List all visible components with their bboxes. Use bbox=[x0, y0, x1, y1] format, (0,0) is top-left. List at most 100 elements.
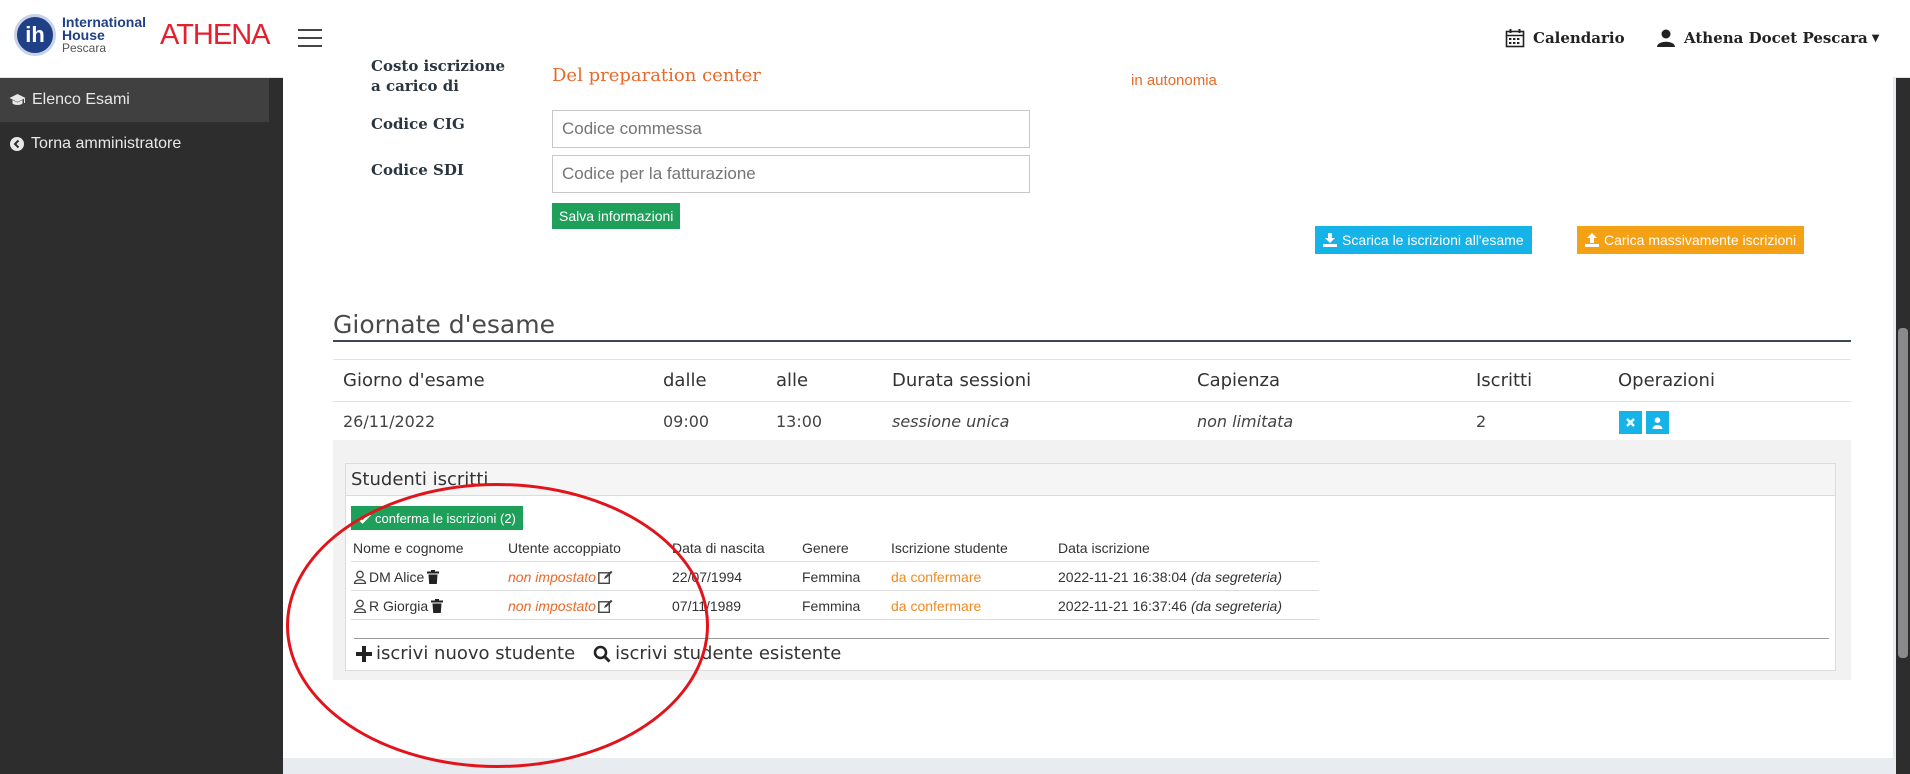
cig-label: Codice CIG bbox=[371, 115, 465, 133]
paired-user-cell: non impostato bbox=[508, 569, 613, 585]
confirm-enrollments-button[interactable]: conferma le iscrizioni (2) bbox=[351, 506, 523, 530]
delete-day-button[interactable] bbox=[1619, 411, 1642, 434]
caret-down-icon: ▼ bbox=[1871, 32, 1880, 44]
sidebar-item-torna-amministratore[interactable]: Torna amministratore bbox=[0, 122, 283, 166]
sidebar: Elenco Esami Torna amministratore bbox=[0, 78, 283, 774]
exam-day-date: 26/11/2022 bbox=[343, 412, 436, 431]
athena-logo: ATHENA bbox=[160, 18, 270, 51]
panel-footer: iscrivi nuovo studente iscrivi studente … bbox=[356, 643, 859, 664]
sidebar-item-label: Torna amministratore bbox=[31, 135, 182, 152]
plus-icon bbox=[356, 645, 372, 662]
bulk-upload-button[interactable]: Carica massivamente iscrizioni bbox=[1577, 226, 1805, 254]
ih-logo-mark: ih bbox=[14, 14, 56, 56]
enrolled-students-panel: Studenti iscritti conferma le iscrizioni… bbox=[345, 463, 1836, 671]
exam-day-capacity: non limitata bbox=[1197, 412, 1294, 431]
table-header-row: Giorno d'esame dalle alle Durata session… bbox=[333, 359, 1851, 401]
table-row[interactable]: DM Alice non impostato 22/07/1994 Femmin… bbox=[351, 562, 1319, 591]
exam-day-detail: Studenti iscritti conferma le iscrizioni… bbox=[333, 440, 1851, 680]
header-iscrizione: Iscrizione studente bbox=[891, 540, 1008, 556]
trash-icon[interactable] bbox=[427, 570, 440, 584]
brand-logo[interactable]: ih International House Pescara ATHENA bbox=[14, 14, 271, 56]
sidebar-item-elenco-esami[interactable]: Elenco Esami bbox=[0, 78, 269, 122]
table-row[interactable]: 26/11/2022 09:00 13:00 sessione unica no… bbox=[333, 401, 1851, 443]
table-header-row: Nome e cognome Utente accoppiato Data di… bbox=[351, 533, 1319, 562]
student-status: da confermare bbox=[891, 569, 982, 585]
user-outline-icon bbox=[353, 599, 367, 613]
header-iscritti: Iscritti bbox=[1476, 370, 1533, 391]
paired-user-value: non impostato bbox=[508, 598, 596, 614]
student-gender: Femmina bbox=[802, 569, 861, 585]
cost-label: Costo iscrizione a carico di bbox=[371, 56, 505, 96]
enrollment-date: 2022-11-21 16:37:46 bbox=[1058, 598, 1187, 614]
graduation-cap-icon bbox=[9, 94, 26, 105]
confirm-enrollments-label: conferma le iscrizioni (2) bbox=[375, 510, 516, 526]
enrollment-date-cell: 2022-11-21 16:38:04 (da segreteria) bbox=[1058, 569, 1282, 585]
add-existing-student-label: iscrivi studente esistente bbox=[615, 643, 842, 664]
calendar-icon bbox=[1505, 29, 1525, 48]
exam-detail-card: Costo iscrizione a carico di Del prepara… bbox=[283, 57, 1893, 758]
student-name[interactable]: DM Alice bbox=[369, 569, 424, 585]
calendar-label: Calendario bbox=[1533, 29, 1625, 47]
edit-icon[interactable] bbox=[598, 599, 613, 613]
bulk-upload-label: Carica massivamente iscrizioni bbox=[1604, 232, 1797, 248]
scrollbar-thumb[interactable] bbox=[1898, 328, 1908, 658]
page-scrollbar[interactable] bbox=[1896, 78, 1910, 774]
student-dob: 07/11/1989 bbox=[672, 598, 742, 614]
header-nascita: Data di nascita bbox=[672, 540, 765, 556]
add-new-student-label: iscrivi nuovo studente bbox=[376, 643, 576, 664]
student-gender: Femmina bbox=[802, 598, 861, 614]
exam-day-from: 09:00 bbox=[663, 412, 710, 431]
user-icon bbox=[1652, 416, 1663, 429]
edit-icon[interactable] bbox=[598, 570, 613, 584]
exam-day-to: 13:00 bbox=[776, 412, 823, 431]
cost-value: Del preparation center bbox=[552, 65, 761, 86]
header-capienza: Capienza bbox=[1197, 370, 1280, 391]
upload-icon bbox=[1585, 233, 1599, 247]
user-icon bbox=[1657, 29, 1675, 47]
add-new-student-link[interactable]: iscrivi nuovo studente bbox=[356, 643, 575, 664]
autonomia-text: in autonomia bbox=[1131, 72, 1217, 89]
student-dob: 22/07/1994 bbox=[672, 569, 743, 585]
exam-day-enrolled: 2 bbox=[1476, 412, 1487, 431]
menu-toggle-icon[interactable] bbox=[298, 29, 322, 47]
enrollment-source: (da segreteria) bbox=[1190, 598, 1283, 614]
student-name-cell: R Giorgia bbox=[353, 598, 444, 614]
header-nome: Nome e cognome bbox=[353, 540, 464, 556]
header-utente: Utente accoppiato bbox=[508, 540, 621, 556]
sdi-label: Codice SDI bbox=[371, 161, 464, 179]
table-row[interactable]: R Giorgia non impostato 07/11/1989 Femmi… bbox=[351, 591, 1319, 620]
panel-title: Studenti iscritti bbox=[346, 464, 1835, 496]
header-alle: alle bbox=[776, 370, 809, 391]
student-name[interactable]: R Giorgia bbox=[369, 598, 428, 614]
header-dalle: dalle bbox=[663, 370, 707, 391]
enrollment-date-cell: 2022-11-21 16:37:46 (da segreteria) bbox=[1058, 598, 1282, 614]
calendar-link[interactable]: Calendario bbox=[1505, 28, 1625, 48]
cig-input[interactable] bbox=[552, 110, 1030, 148]
chevron-left-circle-icon bbox=[10, 137, 24, 151]
ih-logo-text: International House Pescara bbox=[62, 15, 146, 55]
student-status: da confermare bbox=[891, 598, 982, 614]
panel-divider bbox=[354, 638, 1829, 639]
save-info-button[interactable]: Salva informazioni bbox=[552, 203, 681, 229]
download-enrollments-button[interactable]: Scarica le iscrizioni all'esame bbox=[1315, 226, 1532, 254]
header-giorno: Giorno d'esame bbox=[343, 370, 485, 391]
paired-user-value: non impostato bbox=[508, 569, 596, 585]
check-icon bbox=[358, 513, 371, 524]
user-menu[interactable]: Athena Docet Pescara ▼ bbox=[1656, 28, 1879, 48]
download-enrollments-label: Scarica le iscrizioni all'esame bbox=[1342, 232, 1524, 248]
cost-label-line2: a carico di bbox=[371, 77, 459, 95]
trash-icon[interactable] bbox=[431, 599, 444, 613]
sdi-input[interactable] bbox=[552, 155, 1030, 193]
user-name: Athena Docet Pescara bbox=[1684, 29, 1868, 47]
enrollment-date: 2022-11-21 16:38:04 bbox=[1058, 569, 1187, 585]
header-durata: Durata sessioni bbox=[892, 370, 1032, 391]
close-icon bbox=[1626, 418, 1635, 427]
enrollment-source: (da segreteria) bbox=[1190, 569, 1283, 585]
view-students-button[interactable] bbox=[1646, 411, 1669, 434]
ih-logo-line3: Pescara bbox=[62, 40, 107, 55]
header-operazioni: Operazioni bbox=[1618, 370, 1715, 391]
add-existing-student-link[interactable]: iscrivi studente esistente bbox=[593, 643, 841, 664]
exam-days-table: Giorno d'esame dalle alle Durata session… bbox=[333, 359, 1851, 443]
ih-logo-line2: House bbox=[62, 26, 105, 43]
students-table: Nome e cognome Utente accoppiato Data di… bbox=[351, 533, 1319, 620]
